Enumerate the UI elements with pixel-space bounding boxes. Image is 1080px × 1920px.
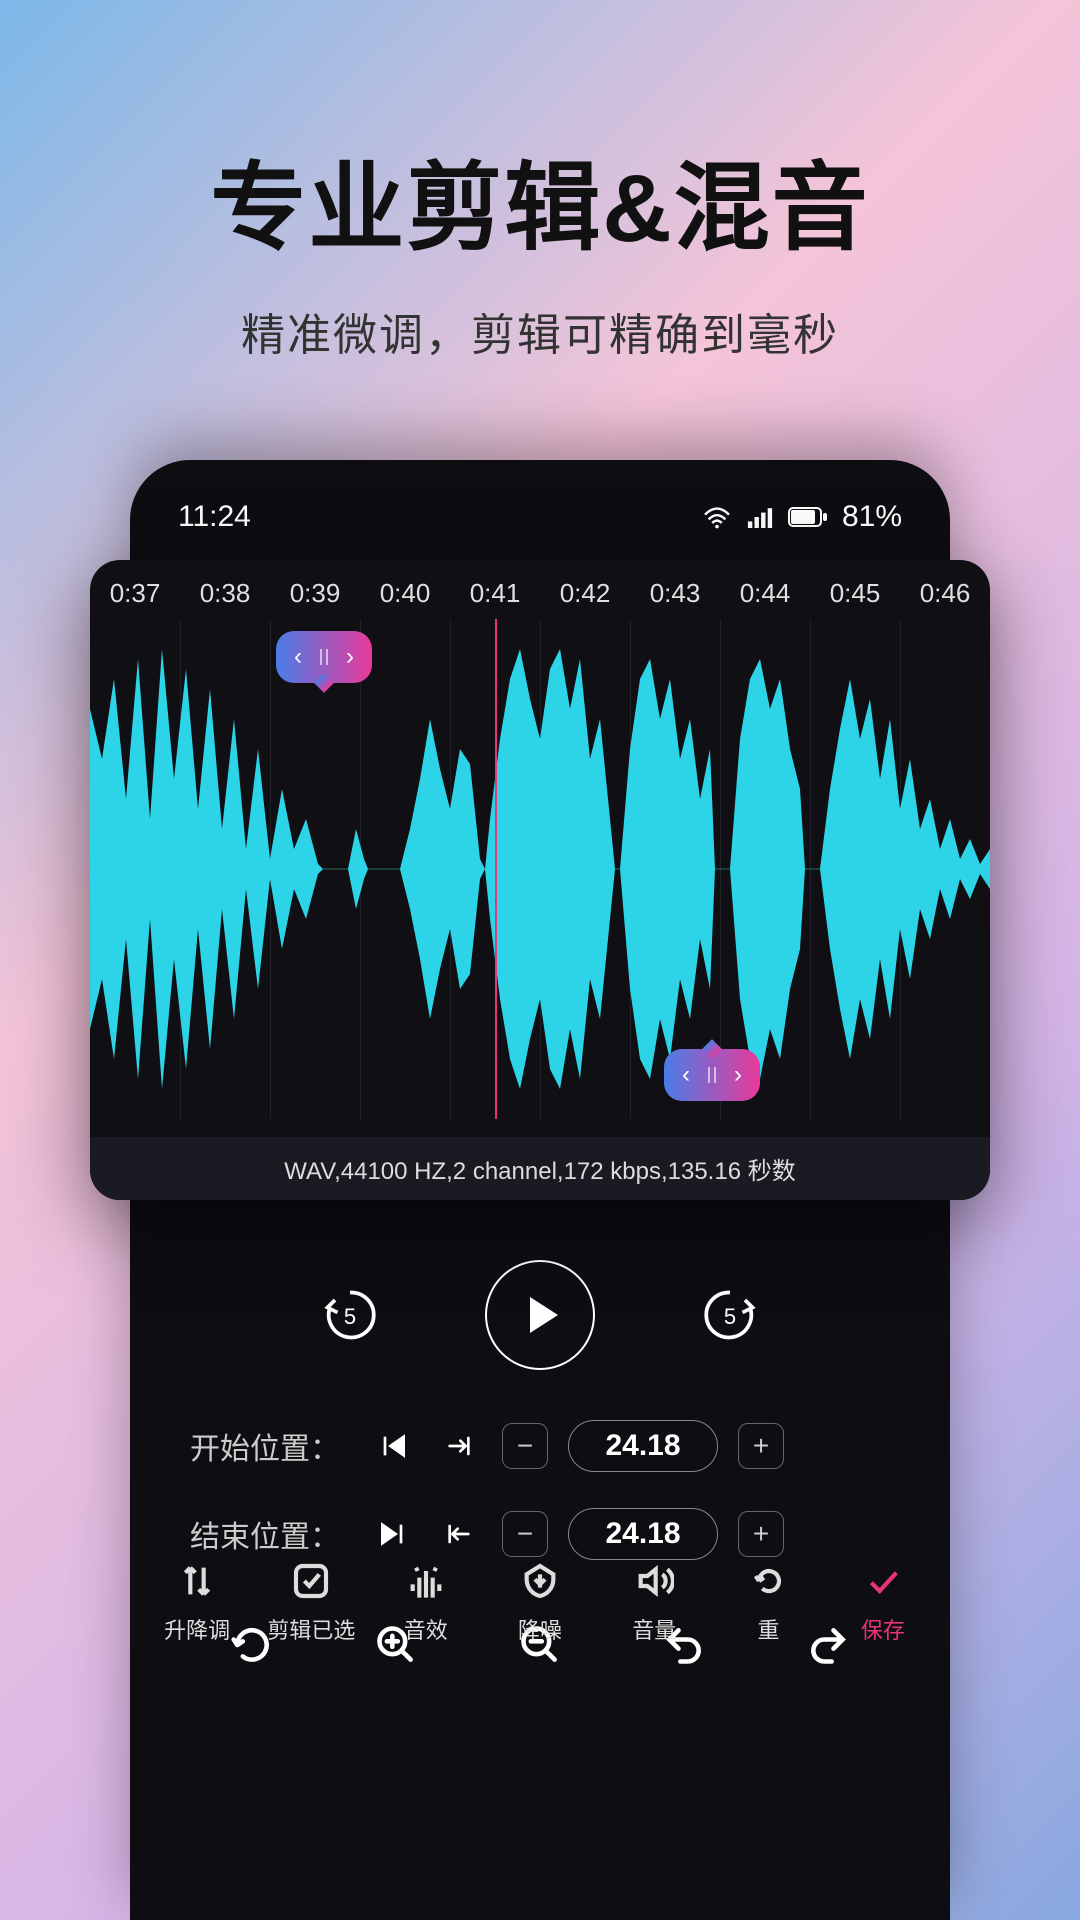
waveform-svg [90, 619, 990, 1119]
status-time: 11:24 [178, 500, 251, 534]
hero-subtitle: 精准微调，剪辑可精确到毫秒 [0, 299, 1080, 363]
skip-to-start-button[interactable] [370, 1423, 416, 1469]
file-info: WAV,44100 HZ,2 channel,172 kbps,135.16 秒… [90, 1137, 990, 1200]
forward-5-button[interactable]: 5 [695, 1280, 765, 1350]
chevron-left-icon: ‹ [682, 1061, 690, 1089]
volume-label: 音量 [632, 1613, 676, 1645]
play-button[interactable] [485, 1260, 595, 1370]
save-label: 保存 [861, 1613, 905, 1645]
effects-button[interactable]: 音效 [376, 1559, 476, 1645]
status-bar: 11:24 81% [130, 500, 950, 558]
start-handle[interactable]: ‹ › [276, 631, 372, 683]
effects-label: 音效 [404, 1613, 448, 1645]
start-position-value[interactable]: 24.18 [568, 1420, 718, 1472]
reset-button[interactable]: 重 [719, 1559, 819, 1645]
start-position-label: 开始位置： [190, 1424, 350, 1468]
chevron-left-icon: ‹ [294, 643, 302, 671]
end-handle[interactable]: ‹ › [664, 1049, 760, 1101]
battery-percent: 81% [842, 500, 902, 534]
battery-icon [788, 506, 828, 528]
forward-amount: 5 [724, 1304, 736, 1330]
rewind-amount: 5 [344, 1304, 356, 1330]
signal-icon [746, 506, 774, 528]
start-increment-button[interactable]: + [738, 1423, 784, 1469]
waveform-area[interactable]: ‹ › ‹ › [90, 619, 990, 1119]
chevron-right-icon: › [734, 1061, 742, 1089]
playhead[interactable] [495, 619, 497, 1119]
chevron-right-icon: › [346, 643, 354, 671]
jump-start-button[interactable] [436, 1423, 482, 1469]
volume-button[interactable]: 音量 [604, 1559, 704, 1645]
pitch-label: 升降调 [164, 1613, 230, 1645]
clip-selected-button[interactable]: 剪辑已选 [261, 1559, 361, 1645]
save-button[interactable]: 保存 [833, 1559, 933, 1645]
clip-label: 剪辑已选 [267, 1613, 355, 1645]
reset-label: 重 [758, 1613, 780, 1645]
pitch-button[interactable]: 升降调 [147, 1559, 247, 1645]
waveform-panel: 0:370:38 0:390:40 0:410:42 0:430:44 0:45… [90, 560, 990, 1200]
rewind-5-button[interactable]: 5 [315, 1280, 385, 1350]
denoise-label: 降噪 [518, 1613, 562, 1645]
start-decrement-button[interactable]: − [502, 1423, 548, 1469]
wifi-icon [702, 505, 732, 529]
denoise-button[interactable]: 降噪 [490, 1559, 590, 1645]
time-ruler: 0:370:38 0:390:40 0:410:42 0:430:44 0:45… [90, 560, 990, 619]
hero-title: 专业剪辑&混音 [0, 0, 1080, 269]
